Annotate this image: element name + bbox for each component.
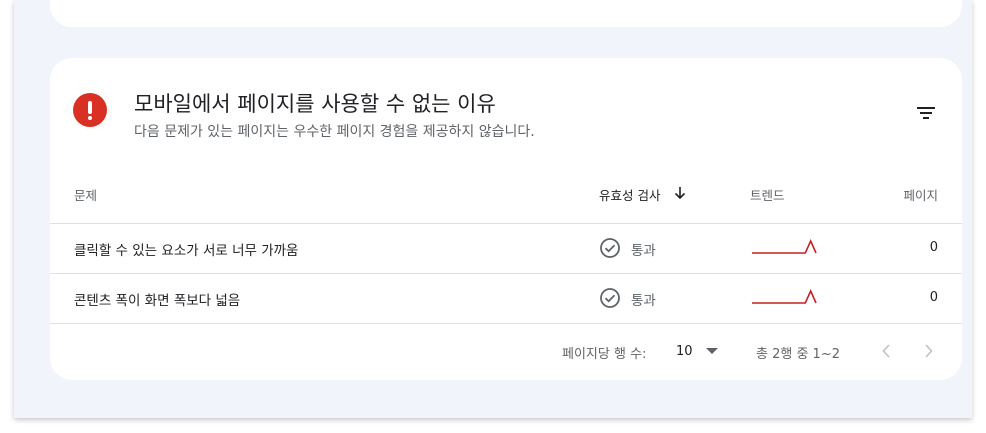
column-header-issue[interactable]: 문제 xyxy=(74,185,97,204)
pages-count: 0 xyxy=(929,240,938,255)
check-circle-icon xyxy=(600,238,620,258)
rows-per-page-label: 페이지당 행 수: xyxy=(562,347,647,362)
arrow-down-icon[interactable] xyxy=(673,186,687,200)
chevron-left-icon[interactable] xyxy=(875,338,899,364)
table-bottom-divider xyxy=(50,323,962,324)
pages-count: 0 xyxy=(929,290,938,305)
column-header-validation[interactable]: 유효성 검사 xyxy=(599,185,660,204)
mobile-usability-card: 모바일에서 페이지를 사용할 수 없는 이유 다음 문제가 있는 페이지는 우수… xyxy=(50,58,962,380)
trend-sparkline xyxy=(752,289,817,304)
table-row[interactable]: 클릭할 수 있는 요소가 서로 너무 가까움 통과 0 xyxy=(50,224,962,273)
pagination-range: 총 2행 중 1~2 xyxy=(756,347,840,362)
filter-icon[interactable] xyxy=(910,98,940,128)
issue-label: 콘텐츠 폭이 화면 폭보다 넓음 xyxy=(74,293,241,309)
column-header-pages[interactable]: 페이지 xyxy=(903,185,938,204)
previous-card-bottom xyxy=(50,0,962,27)
check-circle-icon xyxy=(600,288,620,308)
table-row[interactable]: 콘텐츠 폭이 화면 폭보다 넓음 통과 0 xyxy=(50,274,962,323)
card-subtitle: 다음 문제가 있는 페이지는 우수한 페이지 경험을 제공하지 않습니다. xyxy=(134,124,535,140)
issue-label: 클릭할 수 있는 요소가 서로 너무 가까움 xyxy=(74,243,299,259)
column-header-trend: 트렌드 xyxy=(750,188,785,203)
rows-per-page-select[interactable]: 10 xyxy=(670,337,726,365)
error-icon xyxy=(73,93,107,127)
page-frame: 모바일에서 페이지를 사용할 수 없는 이유 다음 문제가 있는 페이지는 우수… xyxy=(14,0,972,418)
status-label: 통과 xyxy=(631,293,656,309)
dropdown-caret-icon xyxy=(706,348,718,354)
card-title: 모바일에서 페이지를 사용할 수 없는 이유 xyxy=(134,92,496,116)
chevron-right-icon[interactable] xyxy=(916,338,940,364)
status-label: 통과 xyxy=(631,243,656,259)
rows-per-page-value: 10 xyxy=(676,344,693,359)
trend-sparkline xyxy=(752,239,817,254)
